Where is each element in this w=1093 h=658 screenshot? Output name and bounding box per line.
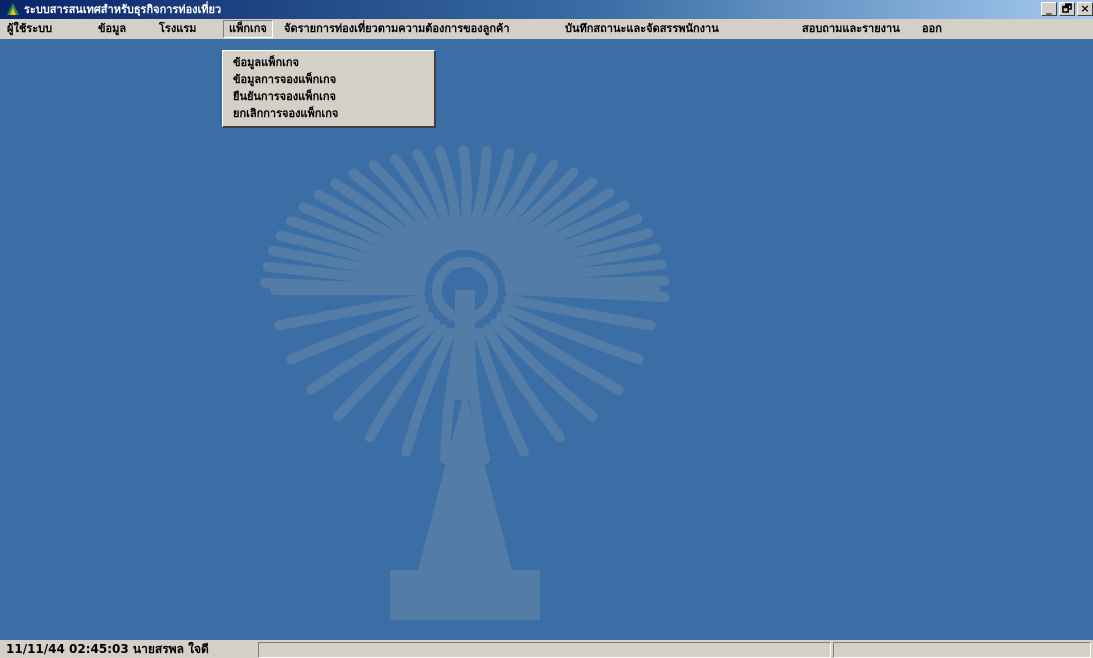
menu-users[interactable]: ผู้ใช้ระบบ [2,20,57,38]
dropdown-package-info[interactable]: ข้อมูลแพ็กเกจ [223,54,434,71]
dropdown-confirm-booking[interactable]: ยืนยันการจองแพ็กเกจ [223,88,434,105]
package-dropdown-menu: ข้อมูลแพ็กเกจ ข้อมูลการจองแพ็กเกจ ยืนยัน… [222,50,436,128]
window-title: ระบบสารสนเทศสำหรับธุรกิจการท่องเที่ยว [24,3,222,16]
minimize-button[interactable]: _ [1041,2,1057,16]
menu-exit[interactable]: ออก [917,20,947,38]
university-emblem [260,145,670,620]
status-bar: 11/11/44 02:45:03 นายสรพล ใจดี [0,640,1093,658]
restore-button[interactable]: 🗗 [1059,2,1075,16]
menu-package[interactable]: แพ็กเกจ [223,20,273,38]
menu-custom-tour[interactable]: จัดรายการท่องเที่ยวตามความต้องการของลูกค… [279,20,515,38]
window-controls: _ 🗗 × [1041,2,1093,16]
menu-query-report[interactable]: สอบถามและรายงาน [797,20,905,38]
menu-data[interactable]: ข้อมูล [93,20,131,38]
close-button[interactable]: × [1077,2,1093,16]
app-icon [7,3,19,15]
emblem-ray [457,145,472,251]
menu-bar: ผู้ใช้ระบบ ข้อมูล โรงแรม แพ็กเกจ จัดรายก… [0,19,1093,39]
status-pane-middle [258,642,831,658]
menu-hotel[interactable]: โรงแรม [154,20,201,38]
title-bar[interactable]: ระบบสารสนเทศสำหรับธุรกิจการท่องเที่ยว _ … [0,0,1093,19]
status-pane-right [833,642,1091,658]
emblem-ray [504,275,670,290]
dropdown-package-booking[interactable]: ข้อมูลการจองแพ็กเกจ [223,71,434,88]
status-datetime-user: 11/11/44 02:45:03 นายสรพล ใจดี [6,642,209,656]
menu-staff-status[interactable]: บันทึกสถานะและจัดสรรพนักงาน [560,20,724,38]
dropdown-cancel-booking[interactable]: ยกเลิกการจองแพ็กเกจ [223,105,434,122]
